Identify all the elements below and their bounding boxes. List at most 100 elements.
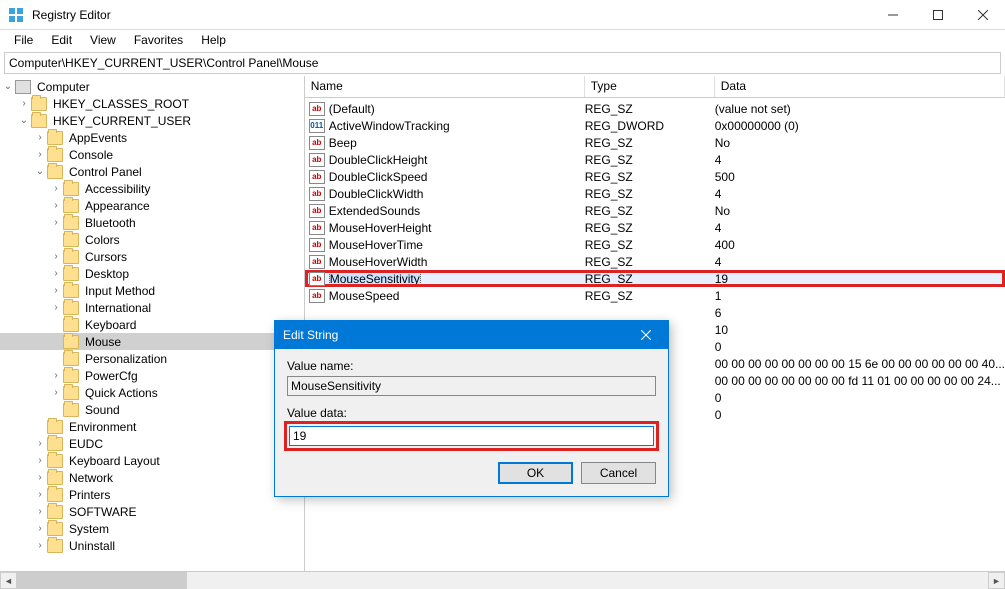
expander-icon[interactable] — [34, 421, 46, 433]
expander-icon[interactable] — [50, 336, 62, 348]
list-row[interactable]: abMouseHoverTimeREG_SZ400 — [305, 236, 1005, 253]
tree-item[interactable]: ›PowerCfg — [0, 367, 304, 384]
tree-item[interactable]: ›System — [0, 520, 304, 537]
value-name-label: Value name: — [287, 359, 656, 373]
scroll-left-button[interactable]: ◄ — [0, 572, 17, 589]
cancel-button[interactable]: Cancel — [581, 462, 656, 484]
scroll-thumb[interactable] — [17, 572, 187, 589]
value-data: 4 — [715, 221, 1005, 235]
list-row[interactable]: abMouseHoverHeightREG_SZ4 — [305, 219, 1005, 236]
value-data-input[interactable] — [289, 426, 654, 446]
scroll-track[interactable] — [17, 572, 988, 589]
expander-icon[interactable] — [50, 234, 62, 246]
expander-icon[interactable]: › — [50, 268, 62, 280]
menu-view[interactable]: View — [82, 32, 124, 48]
tree-label: Uninstall — [67, 539, 117, 553]
expander-icon[interactable]: › — [34, 455, 46, 467]
expander-icon[interactable]: › — [50, 370, 62, 382]
list-row[interactable]: 011ActiveWindowTrackingREG_DWORD0x000000… — [305, 117, 1005, 134]
tree-item[interactable]: ›Cursors — [0, 248, 304, 265]
dialog-title-bar[interactable]: Edit String — [275, 321, 668, 349]
folder-icon — [63, 284, 79, 298]
expander-icon[interactable]: › — [34, 149, 46, 161]
tree-item[interactable]: ⌄Control Panel — [0, 163, 304, 180]
expander-icon[interactable]: › — [50, 200, 62, 212]
menu-help[interactable]: Help — [193, 32, 234, 48]
expander-icon[interactable] — [50, 353, 62, 365]
expander-icon[interactable]: ⌄ — [2, 81, 14, 93]
expander-icon[interactable] — [50, 404, 62, 416]
expander-icon[interactable]: ⌄ — [34, 166, 46, 178]
tree-item[interactable]: ›Keyboard Layout — [0, 452, 304, 469]
tree-item[interactable]: ›Printers — [0, 486, 304, 503]
col-header-name[interactable]: Name — [305, 76, 585, 97]
list-row[interactable]: abDoubleClickWidthREG_SZ4 — [305, 185, 1005, 202]
expander-icon[interactable]: › — [50, 183, 62, 195]
expander-icon[interactable]: › — [34, 438, 46, 450]
list-row[interactable]: abBeepREG_SZNo — [305, 134, 1005, 151]
tree-item[interactable]: ›Desktop — [0, 265, 304, 282]
tree-item[interactable]: ›Console — [0, 146, 304, 163]
tree-item[interactable]: Keyboard — [0, 316, 304, 333]
expander-icon[interactable]: › — [34, 489, 46, 501]
tree-item[interactable]: ›EUDC — [0, 435, 304, 452]
menu-file[interactable]: File — [6, 32, 41, 48]
tree-item[interactable]: ›Bluetooth — [0, 214, 304, 231]
expander-icon[interactable]: › — [34, 506, 46, 518]
tree-item[interactable]: ›Appearance — [0, 197, 304, 214]
ok-button[interactable]: OK — [498, 462, 573, 484]
value-type: REG_SZ — [585, 272, 715, 286]
value-name: MouseHoverTime — [329, 238, 423, 252]
tree-item[interactable]: ›HKEY_CLASSES_ROOT — [0, 95, 304, 112]
list-row[interactable]: ab(Default)REG_SZ(value not set) — [305, 100, 1005, 117]
list-row[interactable]: 6 — [305, 304, 1005, 321]
tree-item[interactable]: › Uninstall — [0, 537, 304, 554]
close-button[interactable] — [960, 0, 1005, 30]
tree-item[interactable]: Environment — [0, 418, 304, 435]
tree-item[interactable]: ›Quick Actions — [0, 384, 304, 401]
col-header-type[interactable]: Type — [585, 76, 715, 97]
tree-label: International — [83, 301, 153, 315]
expander-icon[interactable]: › — [50, 217, 62, 229]
expander-icon[interactable]: › — [34, 472, 46, 484]
list-row[interactable]: abMouseSpeedREG_SZ1 — [305, 287, 1005, 304]
tree-item[interactable]: ›Input Method — [0, 282, 304, 299]
tree-item[interactable]: ›Accessibility — [0, 180, 304, 197]
tree-item[interactable]: Personalization — [0, 350, 304, 367]
expander-icon[interactable]: › — [50, 387, 62, 399]
tree-item[interactable]: Colors — [0, 231, 304, 248]
menu-edit[interactable]: Edit — [43, 32, 80, 48]
expander-icon[interactable]: › — [50, 285, 62, 297]
expander-icon[interactable]: ⌄ — [18, 115, 30, 127]
expander-icon[interactable]: › — [34, 540, 46, 552]
tree-item[interactable]: ›AppEvents — [0, 129, 304, 146]
tree-item[interactable]: ⌄HKEY_CURRENT_USER — [0, 112, 304, 129]
tree-root[interactable]: ⌄Computer — [0, 78, 304, 95]
address-bar[interactable]: Computer\HKEY_CURRENT_USER\Control Panel… — [4, 52, 1001, 74]
expander-icon[interactable] — [50, 319, 62, 331]
list-row[interactable]: abDoubleClickHeightREG_SZ4 — [305, 151, 1005, 168]
expander-icon[interactable]: › — [34, 523, 46, 535]
tree-item[interactable]: › International — [0, 299, 304, 316]
horizontal-scrollbar[interactable]: ◄ ► — [0, 571, 1005, 589]
tree-item[interactable]: Mouse — [0, 333, 304, 350]
expander-icon[interactable]: › — [50, 302, 62, 314]
list-row[interactable]: abMouseHoverWidthREG_SZ4 — [305, 253, 1005, 270]
dialog-close-button[interactable] — [623, 321, 668, 349]
tree-item[interactable]: ›Network — [0, 469, 304, 486]
list-row[interactable]: abExtendedSoundsREG_SZNo — [305, 202, 1005, 219]
tree-item[interactable]: Sound — [0, 401, 304, 418]
folder-icon — [47, 471, 63, 485]
scroll-right-button[interactable]: ► — [988, 572, 1005, 589]
col-header-data[interactable]: Data — [715, 76, 1005, 97]
minimize-button[interactable] — [870, 0, 915, 30]
tree-item[interactable]: ›SOFTWARE — [0, 503, 304, 520]
menu-favorites[interactable]: Favorites — [126, 32, 191, 48]
list-row[interactable]: abDoubleClickSpeedREG_SZ500 — [305, 168, 1005, 185]
list-row[interactable]: abMouseSensitivityREG_SZ19 — [305, 270, 1005, 287]
maximize-button[interactable] — [915, 0, 960, 30]
expander-icon[interactable]: › — [18, 98, 30, 110]
expander-icon[interactable]: › — [50, 251, 62, 263]
value-type: REG_SZ — [585, 102, 715, 116]
expander-icon[interactable]: › — [34, 132, 46, 144]
